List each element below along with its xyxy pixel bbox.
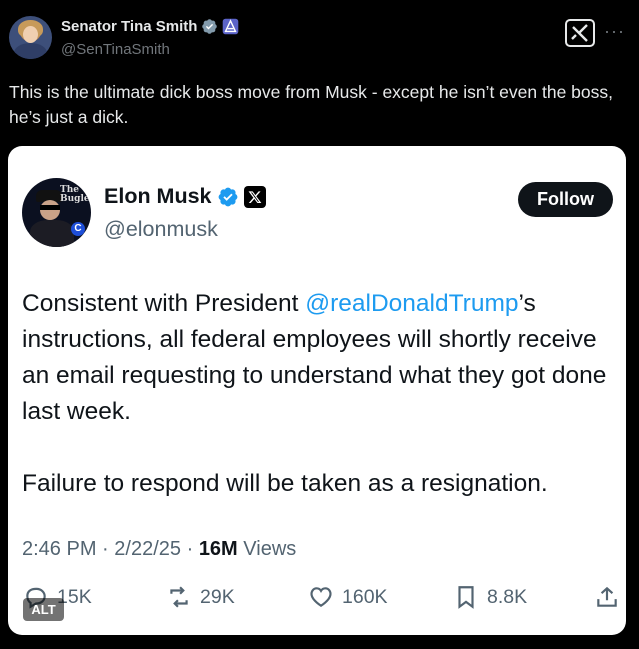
post-header: Senator Tina Smith @SenTinaSmith ···: [0, 0, 639, 70]
like-count: 160K: [342, 585, 388, 608]
embedded-avatar-text: The Bugle: [60, 185, 90, 204]
tweet-text: This is the ultimate dick boss move from…: [9, 82, 613, 127]
embedded-author-handle: @elonmusk: [104, 217, 218, 241]
embedded-action-bar: 15K 29K 160K 8.8K: [8, 584, 626, 624]
post-time: 2:46 PM: [22, 538, 97, 560]
bookmark-action: 8.8K: [453, 584, 527, 610]
embedded-name-row: Elon Musk: [104, 184, 266, 209]
repost-action: 29K: [166, 584, 235, 610]
grok-icon[interactable]: [565, 19, 595, 47]
follow-button: Follow: [518, 182, 613, 217]
heart-icon: [310, 587, 332, 607]
embedded-author-avatar: The Bugle C: [22, 178, 91, 247]
author-avatar[interactable]: [9, 16, 52, 59]
embedded-post-meta: 2:46 PM · 2/22/25 · 16M Views: [22, 538, 296, 561]
more-options-icon[interactable]: ···: [604, 22, 625, 40]
like-action: 160K: [308, 584, 388, 610]
government-badge-icon: [223, 18, 239, 35]
embedded-post-body: Consistent with President @realDonaldTru…: [22, 286, 612, 502]
post-date: 2/22/25: [114, 538, 182, 560]
embedded-author-name: Elon Musk: [104, 184, 212, 208]
author-display-name[interactable]: Senator Tina Smith: [61, 18, 197, 35]
alt-text-badge[interactable]: ALT: [23, 598, 64, 621]
repost-count: 29K: [200, 585, 235, 608]
meta-separator: ·: [102, 538, 109, 560]
avatar-logo-icon: C: [71, 222, 85, 236]
x-logo-icon: [243, 185, 266, 208]
views-label: Views: [243, 538, 297, 560]
views-count: 16M: [198, 538, 238, 560]
author-name-row: Senator Tina Smith: [61, 18, 239, 35]
meta-separator: ·: [186, 538, 194, 560]
verified-gray-icon: [202, 19, 218, 34]
mention-link: @realDonaldTrump: [305, 290, 519, 317]
bookmark-count: 8.8K: [487, 585, 528, 608]
author-handle[interactable]: @SenTinaSmith: [61, 41, 170, 58]
share-icon: [597, 586, 617, 607]
verified-blue-icon: [218, 187, 237, 206]
repost-icon: [170, 586, 188, 608]
embedded-post-image[interactable]: The Bugle C Elon Musk @elonmusk Follow C…: [8, 146, 626, 635]
share-action: [594, 584, 620, 610]
embedded-body-paragraph-2: Failure to respond will be taken as a re…: [22, 470, 548, 497]
embedded-body-text: Consistent with President: [22, 290, 306, 317]
bookmark-icon: [458, 586, 474, 609]
